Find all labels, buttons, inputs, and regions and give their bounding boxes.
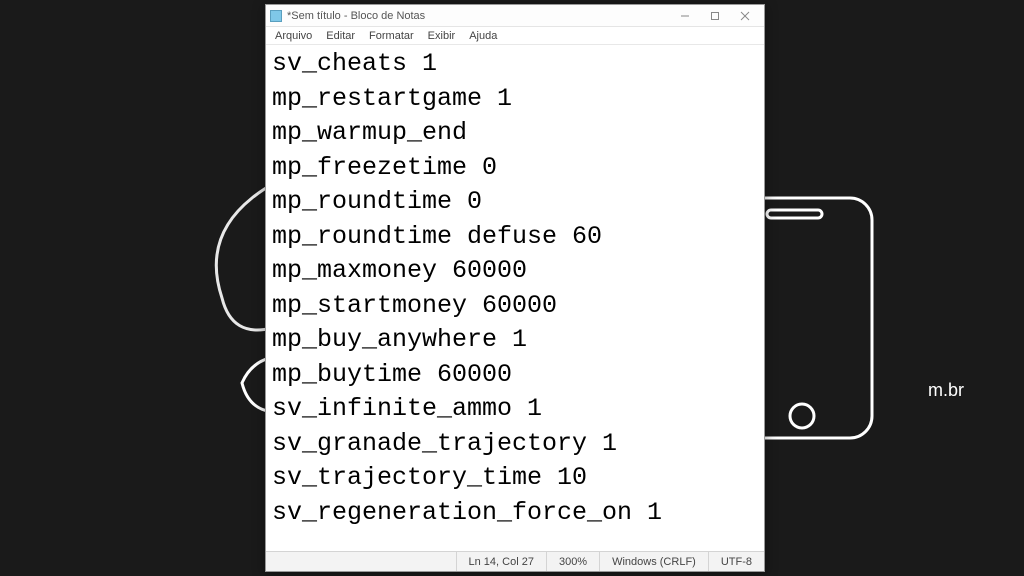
status-spacer [266,552,456,571]
status-encoding: UTF-8 [708,552,764,571]
statusbar: Ln 14, Col 27 300% Windows (CRLF) UTF-8 [266,551,764,571]
close-button[interactable] [730,6,760,26]
menu-edit[interactable]: Editar [319,29,362,43]
status-zoom: 300% [546,552,599,571]
menu-format[interactable]: Formatar [362,29,421,43]
titlebar[interactable]: *Sem título - Bloco de Notas [266,5,764,27]
menu-help[interactable]: Ajuda [462,29,504,43]
menu-file[interactable]: Arquivo [268,29,319,43]
background-url-fragment: m.br [928,380,964,401]
notepad-window: *Sem título - Bloco de Notas Arquivo Edi… [265,4,765,572]
minimize-icon [680,11,690,21]
menubar: Arquivo Editar Formatar Exibir Ajuda [266,27,764,45]
text-editor[interactable]: sv_cheats 1 mp_restartgame 1 mp_warmup_e… [266,45,764,551]
maximize-button[interactable] [700,6,730,26]
minimize-button[interactable] [670,6,700,26]
status-lineending: Windows (CRLF) [599,552,708,571]
maximize-icon [710,11,720,21]
menu-view[interactable]: Exibir [421,29,463,43]
status-position: Ln 14, Col 27 [456,552,546,571]
close-icon [740,11,750,21]
window-title: *Sem título - Bloco de Notas [287,10,670,22]
notepad-icon [270,10,282,22]
